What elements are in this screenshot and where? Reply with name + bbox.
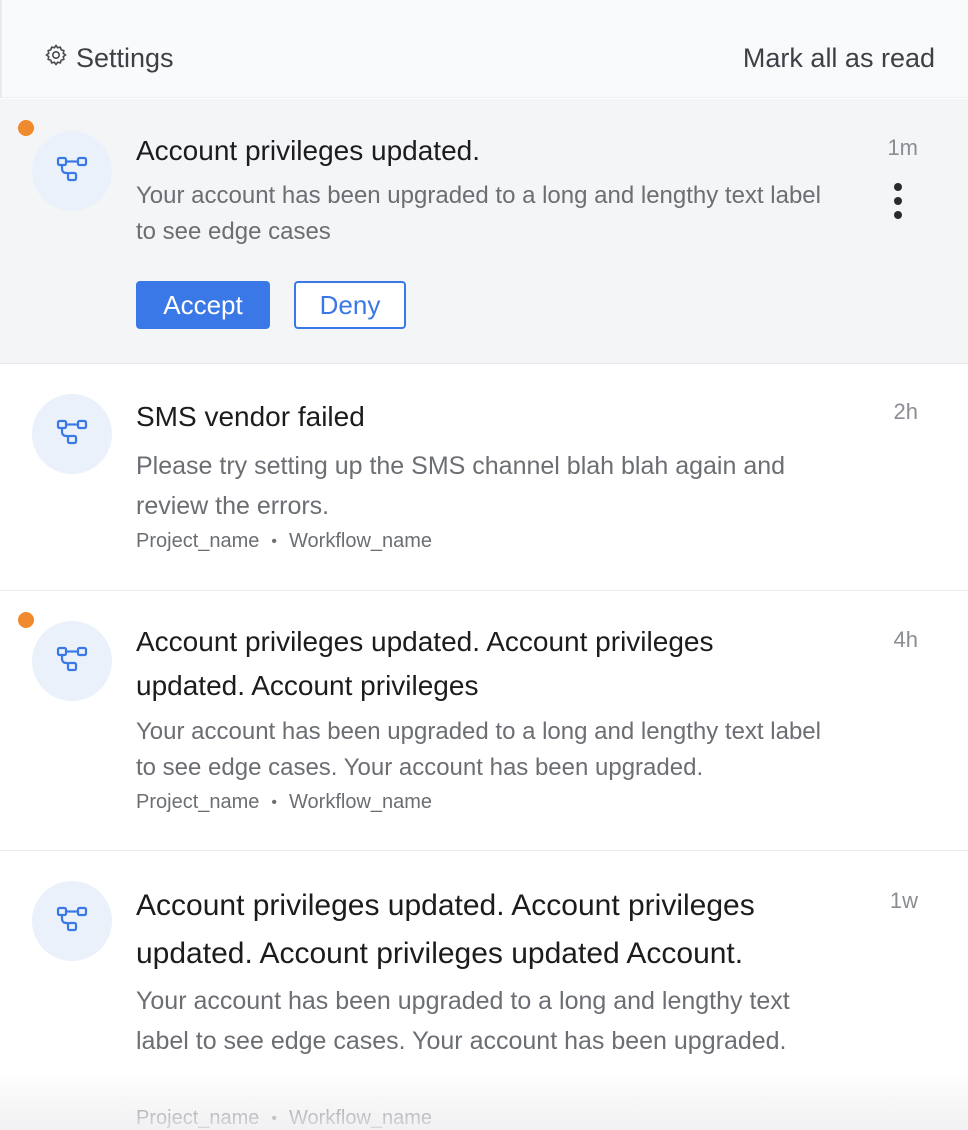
notification-time: 1w <box>889 888 918 913</box>
unread-dot <box>18 612 34 628</box>
meta-separator: • <box>271 532 278 550</box>
notification-meta: Project_name • Workflow_name <box>136 1107 432 1130</box>
notification-meta: Project_name • Workflow_name <box>136 791 432 814</box>
notification-meta: Project_name • Workflow_name <box>136 530 432 553</box>
accept-button[interactable]: Accept <box>136 281 270 329</box>
notification-body: Your account has been upgraded to a long… <box>136 987 790 1055</box>
notification-header: Settings Mark all as read <box>0 0 968 98</box>
deny-button[interactable]: Deny <box>294 281 406 329</box>
workflow-name[interactable]: Workflow_name <box>289 1107 432 1130</box>
meta-separator: • <box>271 793 278 811</box>
notification-panel: Settings Mark all as read Account privil… <box>0 0 968 1130</box>
workflow-name[interactable]: Workflow_name <box>289 530 432 553</box>
workflow-icon <box>55 642 89 681</box>
project-name[interactable]: Project_name <box>136 1107 259 1130</box>
meta-separator: • <box>271 1109 278 1127</box>
notification-item[interactable]: Account privileges updated. Account priv… <box>0 851 968 1130</box>
settings-button[interactable]: Settings <box>44 38 174 78</box>
notification-time: 2h <box>893 399 918 424</box>
notification-body: Your account has been upgraded to a long… <box>136 718 821 781</box>
notification-title: SMS vendor failed <box>136 401 365 432</box>
notification-time: 1m <box>887 135 918 160</box>
notification-item[interactable]: Account privileges updated. Your account… <box>0 99 968 364</box>
more-options-icon[interactable] <box>886 181 910 221</box>
notification-time: 4h <box>893 627 918 652</box>
workflow-icon <box>55 902 89 941</box>
workflow-name[interactable]: Workflow_name <box>289 791 432 814</box>
project-name[interactable]: Project_name <box>136 791 259 814</box>
notification-title: Account privileges updated. Account priv… <box>136 889 755 970</box>
notification-avatar <box>32 394 112 474</box>
workflow-icon <box>55 415 89 454</box>
unread-dot <box>18 120 34 136</box>
gear-icon <box>44 43 68 74</box>
notification-avatar <box>32 131 112 211</box>
notification-body: Please try setting up the SMS channel bl… <box>136 452 786 520</box>
settings-label: Settings <box>76 42 174 73</box>
notification-item[interactable]: SMS vendor failed Please try setting up … <box>0 364 968 591</box>
notification-body: Your account has been upgraded to a long… <box>136 182 821 245</box>
notification-item[interactable]: Account privileges updated. Account priv… <box>0 591 968 851</box>
workflow-icon <box>55 152 89 191</box>
project-name[interactable]: Project_name <box>136 530 259 553</box>
notification-avatar <box>32 881 112 961</box>
notification-title: Account privileges updated. <box>136 135 480 166</box>
notification-avatar <box>32 621 112 701</box>
mark-all-read-button[interactable]: Mark all as read <box>743 38 935 78</box>
notification-title: Account privileges updated. Account priv… <box>136 626 714 701</box>
